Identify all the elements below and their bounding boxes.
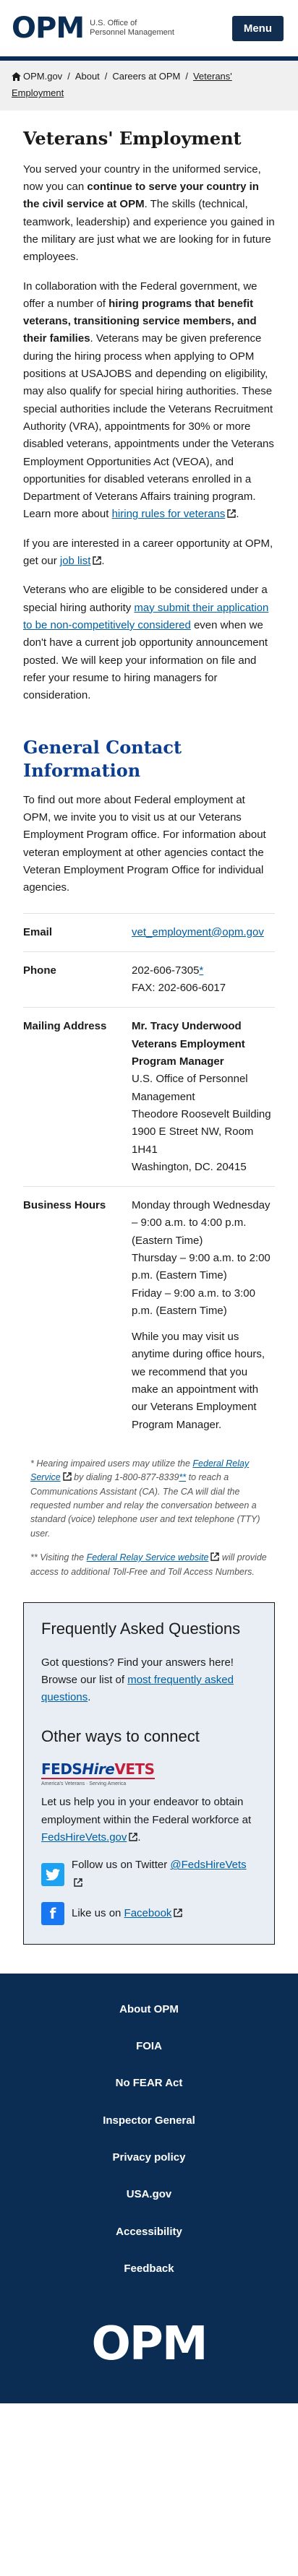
footer-link-accessibility[interactable]: Accessibility [116, 2226, 182, 2238]
federal-relay-website-link[interactable]: Federal Relay Service website [87, 1552, 220, 1563]
hiring-rules-link[interactable]: hiring rules for veterans [112, 508, 237, 520]
joblist-paragraph: If you are interested in a career opport… [23, 537, 273, 568]
hours-label: Business Hours [23, 1186, 132, 1444]
address-title: Veterans Employment Program Manager [132, 1037, 245, 1068]
external-link-icon [62, 1472, 72, 1482]
home-icon [12, 72, 21, 81]
breadcrumb-home[interactable]: OPM.gov [23, 71, 62, 82]
intro-paragraph: You served your country in the uniformed… [23, 163, 275, 264]
email-link[interactable]: vet_employment@opm.gov [132, 926, 264, 938]
facebook-link[interactable]: Facebook [124, 1907, 183, 1919]
facebook-icon: f [41, 1901, 64, 1925]
phone-footnote-link[interactable]: * [199, 964, 203, 977]
contact-row-address: Mailing Address Mr. Tracy Underwood Vete… [23, 1007, 275, 1187]
contact-intro: To find out more about Federal employmen… [23, 793, 266, 894]
site-footer: About OPM FOIA No FEAR Act Inspector Gen… [0, 1973, 298, 2404]
external-link-icon [174, 1909, 183, 1917]
phone-number: 202-606-7305 [132, 964, 200, 977]
relay-footnote-link[interactable]: ** [179, 1472, 186, 1482]
address-line: Washington, DC. 20415 [132, 1160, 247, 1173]
footer-item: Accessibility [0, 2223, 298, 2241]
footer-link-no-fear[interactable]: No FEAR Act [116, 2077, 183, 2089]
fedshirevets-logo: FEDSHireVETS America's Veterans · Servin… [41, 1762, 155, 1788]
special-authority-paragraph: Veterans who are eligible to be consider… [23, 584, 269, 702]
contact-row-hours: Business Hours Monday through Wednesday … [23, 1186, 275, 1444]
fedshirevets-paragraph: Let us help you in your endeavor to obta… [41, 1796, 252, 1844]
phone-label: Phone [23, 951, 132, 1008]
footer-links: About OPM FOIA No FEAR Act Inspector Gen… [0, 2001, 298, 2278]
footer-item: No FEAR Act [0, 2075, 298, 2092]
footnote-website: ** Visiting the Federal Relay Service we… [30, 1552, 267, 1577]
footnote-relay: * Hearing impaired users may utilize the… [30, 1458, 260, 1539]
footer-link-feedback[interactable]: Feedback [124, 2262, 174, 2275]
menu-button[interactable]: Menu [231, 15, 284, 41]
footer-item: Feedback [0, 2260, 298, 2278]
opm-logo-mark: OPM [12, 12, 85, 45]
address-label: Mailing Address [23, 1007, 132, 1187]
external-link-icon [93, 556, 102, 565]
footer-link-foia[interactable]: FOIA [136, 2040, 162, 2052]
contact-row-email: Email vet_employment@opm.gov [23, 912, 275, 952]
footer-link-privacy[interactable]: Privacy policy [113, 2151, 186, 2164]
fax-number: FAX: 202-606-6017 [132, 982, 226, 995]
footer-item: Inspector General [0, 2112, 298, 2130]
contact-heading: General Contact Information [23, 737, 182, 781]
external-link-icon [227, 509, 237, 519]
faq-heading: Frequently Asked Questions [41, 1619, 241, 1638]
fedshirevets-link[interactable]: FedsHireVets.gov [41, 1831, 138, 1844]
external-link-icon [210, 1552, 220, 1561]
footer-item: USA.gov [0, 2186, 298, 2203]
address-name: Mr. Tracy Underwood [132, 1020, 242, 1033]
email-label: Email [23, 912, 132, 952]
breadcrumb-about[interactable]: About [75, 71, 100, 82]
footer-item: About OPM [0, 2001, 298, 2018]
address-line: 1900 E Street NW, Room 1H41 [132, 1125, 254, 1156]
job-list-link[interactable]: job list [60, 555, 102, 567]
hours-line: Friday – 9:00 a.m. to 3:00 p.m. (Eastern… [132, 1287, 255, 1317]
opm-logo[interactable]: OPM U.S. Office of Personnel Management [12, 14, 174, 43]
breadcrumb: OPM.gov / About / Careers at OPM / Veterans' E… [0, 61, 298, 111]
connect-heading: Other ways to connect [41, 1727, 200, 1746]
external-link-icon [129, 1833, 138, 1841]
address-line: U.S. Office of Personnel Management [132, 1073, 248, 1103]
twitter-row: Follow us on Twitter @FedsHireVets [41, 1857, 257, 1892]
footer-item: Privacy policy [0, 2149, 298, 2166]
faq-paragraph: Got questions? Find your answers here! B… [41, 1656, 234, 1704]
twitter-icon [41, 1862, 64, 1886]
facebook-row: f Like us on Facebook [41, 1901, 257, 1925]
opm-logo-text: U.S. Office of Personnel Management [90, 18, 174, 37]
site-header: OPM U.S. Office of Personnel Management … [0, 0, 298, 61]
page-title: Veterans' Employment [23, 127, 242, 149]
address-line: Theodore Roosevelt Building [132, 1107, 271, 1120]
footer-opm-logo[interactable]: OPM [0, 2321, 298, 2367]
breadcrumb-careers[interactable]: Careers at OPM [112, 71, 180, 82]
footer-link-usa-gov[interactable]: USA.gov [127, 2188, 172, 2200]
footer-item: FOIA [0, 2038, 298, 2055]
contact-row-phone: Phone 202-606-7305* FAX: 202-606-6017 [23, 951, 275, 1008]
contact-table: Email vet_employment@opm.gov Phone 202-6… [23, 912, 275, 1444]
external-link-icon [74, 1877, 82, 1887]
hours-line: Thursday – 9:00 a.m. to 2:00 p.m. (Easte… [132, 1252, 271, 1282]
footnotes: * Hearing impaired users may utilize the… [30, 1457, 268, 1579]
footer-link-about[interactable]: About OPM [119, 2003, 179, 2015]
main-content: Veterans' Employment You served your cou… [0, 128, 298, 1945]
hours-note: While you may visit us anytime during of… [132, 1331, 265, 1431]
footer-link-inspector-general[interactable]: Inspector General [103, 2114, 195, 2127]
collaboration-paragraph: In collaboration with the Federal govern… [23, 280, 274, 521]
hours-line: Monday through Wednesday – 9:00 a.m. to … [132, 1199, 271, 1247]
faq-box: Frequently Asked Questions Got questions… [23, 1602, 275, 1945]
